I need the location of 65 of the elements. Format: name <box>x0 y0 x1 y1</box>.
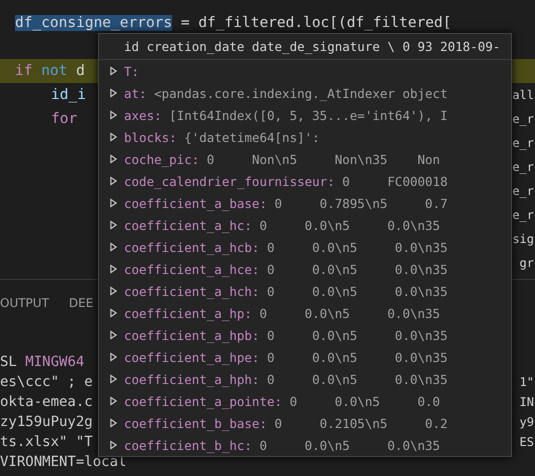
variable-row[interactable]: coefficient_b_base: 0 0.2105\n5 0.2 <box>99 412 511 434</box>
terminal-text: es\ccc" ; e <box>0 374 93 390</box>
expand-icon[interactable] <box>110 330 117 340</box>
code-token: id_i <box>51 87 86 103</box>
expand-icon[interactable] <box>110 286 117 296</box>
expand-icon[interactable] <box>110 198 117 208</box>
terminal-text: y9 <box>520 415 535 429</box>
expand-icon[interactable] <box>110 374 117 384</box>
terminal-text: 1" <box>520 375 535 389</box>
terminal-text: SL <box>0 354 18 370</box>
code-token: df_consigne_errors <box>15 15 172 31</box>
variable-row[interactable]: axes: [Int64Index([0, 5, 35...e='int64'), I <box>99 104 511 126</box>
terminal-text: zy159uPuy2g <box>0 414 93 430</box>
expand-icon[interactable] <box>110 396 117 406</box>
code-token: d <box>75 63 85 79</box>
expand-icon[interactable] <box>110 308 117 318</box>
terminal-text: okta-emea.c <box>0 394 93 410</box>
variable-row[interactable]: T: <box>99 60 511 82</box>
expand-icon[interactable] <box>110 110 117 120</box>
hover-header: id creation_date date_de_signature \ 0 93 2018-09- <box>99 34 511 60</box>
variable-row[interactable]: coefficient_a_hpe: 0 0.0\n5 0.0\n35 <box>99 346 511 368</box>
variable-row[interactable]: coefficient_a_hp: 0 0.0\n5 0.0\n35 <box>99 302 511 324</box>
terminal-text: ES <box>520 435 535 449</box>
terminal-text: ts.xlsx" "T <box>0 434 93 450</box>
panel-tab[interactable]: OUTPUT <box>0 296 49 310</box>
variable-row[interactable]: coefficient_a_hcb: 0 0.0\n5 0.0\n35 <box>99 236 511 258</box>
code-text: e_r <box>512 136 535 150</box>
expand-icon[interactable] <box>110 176 117 186</box>
expand-icon[interactable] <box>110 66 117 76</box>
terminal-text: MINGW64 <box>25 354 84 370</box>
variable-row[interactable]: coefficient_a_hpb: 0 0.0\n5 0.0\n35 <box>99 324 511 346</box>
panel-tab[interactable]: DEE <box>68 296 94 310</box>
expand-icon[interactable] <box>110 132 117 142</box>
variable-row[interactable]: coefficient_a_hc: 0 0.0\n5 0.0\n35 <box>99 214 511 236</box>
code-text: all <box>512 88 535 102</box>
expand-icon[interactable] <box>110 418 117 428</box>
variable-row[interactable]: at: <pandas.core.indexing._AtIndexer object <box>99 82 511 104</box>
code-token: if <box>15 63 32 79</box>
code-token: for <box>51 111 78 127</box>
expand-icon[interactable] <box>110 220 117 230</box>
expand-icon[interactable] <box>110 264 117 274</box>
expand-icon[interactable] <box>110 242 117 252</box>
code-text: e_r <box>512 112 535 126</box>
variable-row[interactable]: coefficient_a_hph: 0 0.0\n5 0.0\n35 <box>99 368 511 390</box>
expand-icon[interactable] <box>110 154 117 164</box>
code-text: gr <box>520 256 535 270</box>
variable-row[interactable]: coefficient_a_base: 0 0.7895\n5 0.7 <box>99 192 511 214</box>
terminal-text: IN <box>520 395 535 409</box>
code-text: sig <box>512 232 535 246</box>
code-text: e_r <box>512 160 535 174</box>
code-text: e_r <box>512 184 535 198</box>
variable-row[interactable]: coefficient_b_hc: 0 0.0\n5 0.0\n35 <box>99 434 511 456</box>
variable-row[interactable]: coefficient_a_hch: 0 0.0\n5 0.0\n35 <box>99 280 511 302</box>
code-token: = df_filtered.loc[(df_filtered[ <box>180 15 452 31</box>
variable-row[interactable]: code_calendrier_fournisseur: 0 FC000018 <box>99 170 511 192</box>
expand-icon[interactable] <box>110 88 117 98</box>
code-token: not <box>40 63 68 79</box>
expand-icon[interactable] <box>110 352 117 362</box>
variable-row[interactable]: coche_pic: 0 Non\n5 Non\n35 Non <box>99 148 511 170</box>
variable-row[interactable]: blocks: {'datetime64[ns]': <box>99 126 511 148</box>
expand-icon[interactable] <box>110 440 117 450</box>
code-text: e_r <box>512 208 535 222</box>
variable-row[interactable]: coefficient_a_hce: 0 0.0\n5 0.0\n35 <box>99 258 511 280</box>
terminal-text: VIRONMENT=local <box>0 454 126 470</box>
variable-row[interactable]: coefficient_a_pointe: 0 0.0\n5 0.0 <box>99 390 511 412</box>
